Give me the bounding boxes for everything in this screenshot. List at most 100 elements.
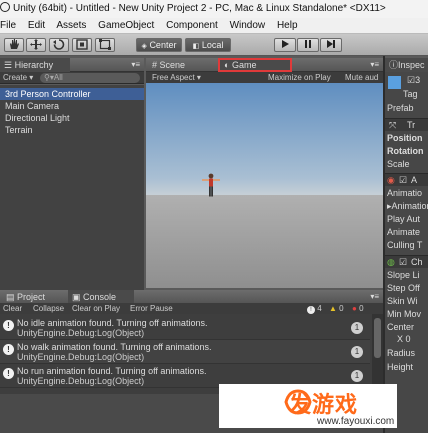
tab-inspector[interactable]: ⓘInspec	[385, 58, 428, 72]
console-entry-message: No run animation found. Turning off anim…	[17, 366, 207, 376]
search-icon: ⚲	[44, 73, 50, 82]
console-entry[interactable]: ! No walk animation found. Turning off a…	[0, 340, 370, 364]
warning-icon: ▲	[329, 304, 337, 313]
hierarchy-item-directional-light[interactable]: Directional Light	[0, 112, 144, 124]
tag-label: Tag	[403, 89, 418, 99]
pivot-center-label: Center	[149, 40, 177, 50]
move-tool-button[interactable]	[26, 38, 46, 52]
console-entry[interactable]: ! No idle animation found. Turning off a…	[0, 316, 370, 340]
menu-edit[interactable]: Edit	[28, 20, 45, 31]
animation-section-header[interactable]: ◉ ☑ A	[385, 173, 428, 186]
min-move-label: Min Mov	[387, 309, 422, 319]
pivot-center-button[interactable]: ◈ Center	[136, 38, 182, 52]
animation-field-label: Animatio	[387, 188, 423, 198]
tab-scene[interactable]: # Scene	[148, 58, 196, 72]
step-icon	[327, 40, 335, 48]
game-sky	[146, 83, 383, 195]
rect-tool-icon	[99, 39, 111, 50]
hierarchy-item-terrain[interactable]: Terrain	[0, 124, 144, 136]
active-checkbox[interactable]: ☑3	[407, 75, 420, 86]
console-scrollbar-thumb[interactable]	[374, 318, 381, 358]
height-label: Height	[387, 362, 414, 372]
inspector-header: ⓘInspec	[385, 58, 428, 72]
console-entry-trace: UnityEngine.Debug:Log(Object)	[17, 328, 145, 338]
log-count: 4	[317, 304, 322, 313]
inspector-panel: ☑3 Tag Prefab ⤧ Tr Position Rotation Sca…	[385, 72, 428, 433]
list-icon: ☰	[4, 60, 13, 70]
rect-tool-button[interactable]	[95, 38, 115, 52]
tab-project[interactable]: ▤ Project	[2, 290, 62, 304]
menu-component[interactable]: Component	[166, 20, 218, 31]
panel-menu-icon[interactable]: ▾≡	[131, 58, 140, 72]
menu-gameobject[interactable]: GameObject	[98, 20, 154, 31]
info-icon: ⓘ	[389, 60, 399, 70]
center-label: Center	[387, 322, 415, 332]
console-entry-count: 1	[351, 346, 363, 358]
menu-file[interactable]: File	[0, 20, 16, 31]
scene-tab-label: Scene	[159, 60, 186, 70]
rotate-tool-button[interactable]	[49, 38, 69, 52]
menu-bar: File Edit Assets GameObject Component Wi…	[0, 18, 428, 34]
folder-icon: ▤	[6, 292, 15, 302]
game-view[interactable]	[146, 83, 383, 288]
animation-enabled-checkbox[interactable]: ☑	[399, 175, 407, 186]
pivot-local-button[interactable]: ◧ Local	[185, 38, 231, 52]
transform-section-header[interactable]: ⤧ Tr	[385, 118, 428, 131]
panel-menu-icon[interactable]: ▾≡	[370, 58, 379, 72]
console-log-list: ! No idle animation found. Turning off a…	[0, 314, 383, 394]
hierarchy-item-3rd-person-controller[interactable]: 3rd Person Controller	[0, 88, 144, 100]
transform-icon: ⤧	[389, 120, 397, 130]
watermark-url: www.fayouxi.com	[317, 416, 395, 427]
info-icon: !	[3, 368, 14, 379]
hierarchy-search-input[interactable]: ⚲▾All	[40, 73, 140, 83]
scene-game-header: # Scene ◐ Game ▾≡	[146, 58, 383, 72]
animations-label: Animation	[391, 201, 428, 211]
tab-game[interactable]: ◐ Game	[218, 58, 292, 72]
hand-tool-button[interactable]	[4, 38, 24, 52]
scale-label: Scale	[387, 159, 410, 169]
game-ground	[146, 195, 383, 288]
controller-title: Ch	[411, 257, 423, 267]
panel-menu-icon[interactable]: ▾≡	[370, 290, 379, 304]
step-offset-label: Step Off	[387, 283, 420, 293]
step-button[interactable]	[320, 38, 342, 52]
pause-button[interactable]	[297, 38, 319, 52]
watermark: 发游戏 www.fayouxi.com	[219, 384, 397, 428]
menu-help[interactable]: Help	[277, 20, 298, 31]
project-tab-label: Project	[17, 292, 46, 302]
console-tab-label: Console	[83, 292, 117, 302]
console-entry-count: 1	[351, 322, 363, 334]
controller-icon: ◍	[387, 257, 395, 267]
console-entry-trace: UnityEngine.Debug:Log(Object)	[17, 376, 145, 386]
hierarchy-create-button[interactable]: Create ▾	[3, 72, 33, 84]
center-x-field[interactable]: X 0	[397, 334, 411, 344]
aspect-label: Free Aspect	[152, 73, 195, 82]
hierarchy-item-main-camera[interactable]: Main Camera	[0, 100, 144, 112]
info-icon: !	[3, 344, 14, 355]
play-icon	[282, 40, 289, 48]
character-controller-section-header[interactable]: ◍ ☑ Ch	[385, 255, 428, 268]
pause-icon	[305, 40, 311, 48]
console-scrollbar[interactable]	[372, 314, 383, 394]
error-icon: ●	[352, 304, 357, 313]
slope-limit-label: Slope Li	[387, 270, 420, 280]
game-tab-label: Game	[231, 60, 257, 70]
radius-label: Radius	[387, 348, 416, 358]
console-icon: ▣	[72, 292, 81, 302]
pivot-local-label: Local	[201, 40, 224, 50]
animations-field-label: ▸Animation	[387, 201, 428, 212]
unity-logo-icon	[0, 2, 10, 12]
hierarchy-list: 3rd Person Controller Main Camera Direct…	[0, 85, 144, 290]
animation-icon: ◉	[387, 175, 395, 185]
tab-console[interactable]: ▣ Console	[68, 290, 134, 304]
position-label: Position	[387, 133, 423, 143]
tab-hierarchy[interactable]: ☰ Hierarchy	[0, 58, 70, 72]
scene-icon: #	[152, 60, 158, 70]
controller-enabled-checkbox[interactable]: ☑	[399, 257, 407, 268]
menu-assets[interactable]: Assets	[56, 20, 86, 31]
menu-window[interactable]: Window	[230, 20, 266, 31]
scale-icon	[76, 39, 88, 50]
scale-tool-button[interactable]	[72, 38, 92, 52]
window-title-bar: Unity (64bit) - Untitled - New Unity Pro…	[0, 0, 428, 18]
play-button[interactable]	[274, 38, 296, 52]
